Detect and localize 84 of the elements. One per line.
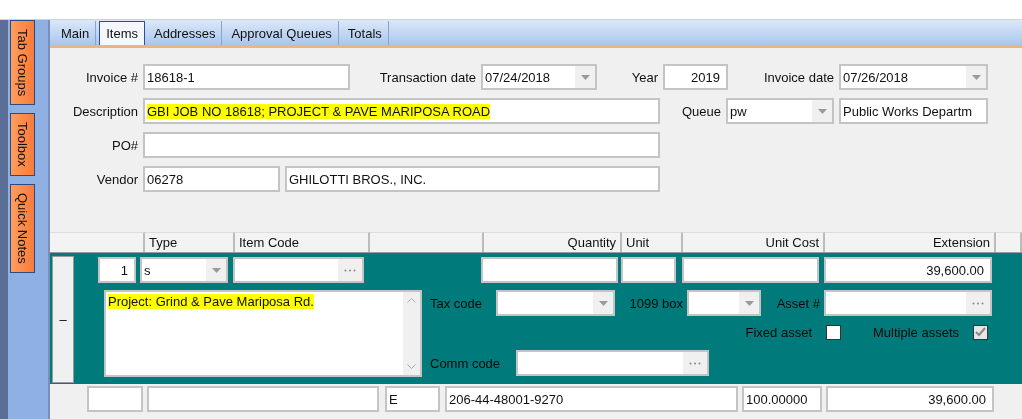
amount-field[interactable]: 39,600.00: [826, 386, 994, 412]
type-dropdown[interactable]: s: [140, 257, 228, 283]
dropdown-button[interactable]: [812, 100, 832, 122]
column-header[interactable]: [370, 232, 484, 252]
date-field[interactable]: 07/24/2018: [481, 64, 597, 90]
browse-button[interactable]: [683, 352, 707, 374]
collapse-button[interactable]: –: [52, 256, 74, 383]
side-tab[interactable]: Quick Notes: [10, 184, 35, 273]
field-label: Invoice #: [84, 69, 139, 85]
field-label: Year: [630, 69, 659, 85]
date-field[interactable]: 07/26/2018: [839, 64, 988, 90]
tax-code-dropdown[interactable]: [496, 290, 615, 316]
caret-icon: [744, 300, 754, 306]
code-field[interactable]: E: [385, 386, 440, 412]
ellipsis-icon: [689, 361, 701, 365]
queue-dropdown[interactable]: pw: [726, 98, 834, 124]
chevron-up-icon: [407, 298, 416, 303]
highlighted-text: GBI JOB NO 18618; PROJECT & PAVE MARIPOSA ROAD: [147, 103, 491, 119]
quantity-field[interactable]: [481, 257, 618, 283]
side-tab[interactable]: Tab Groups: [10, 20, 35, 106]
tab[interactable]: Main: [55, 21, 97, 45]
unit-field[interactable]: [621, 257, 676, 283]
ellipsis-icon: [344, 268, 356, 272]
description-field[interactable]: GBI JOB NO 18618; PROJECT & PAVE MARIPOSA ROAD: [143, 98, 660, 124]
asset-field[interactable]: [824, 290, 992, 316]
column-header[interactable]: Unit: [622, 232, 683, 252]
year-field[interactable]: 2019: [663, 64, 728, 90]
field-label: Comm code: [429, 355, 502, 371]
browse-button[interactable]: [966, 292, 990, 314]
column-header[interactable]: Unit Cost: [683, 232, 825, 252]
browse-button[interactable]: [338, 259, 362, 281]
vendor-code-field[interactable]: 06278: [143, 166, 280, 192]
highlighted-text: Project: Grind & Pave Mariposa Rd.: [108, 294, 314, 309]
checkbox-label: Fixed asset: [745, 324, 813, 340]
unit-cost-field[interactable]: [682, 257, 819, 283]
field-label: 1099 box: [628, 295, 684, 311]
vendor-name-field[interactable]: GHILOTTI BROS., INC.: [285, 166, 660, 192]
field-label: Transaction date: [378, 69, 477, 85]
caret-icon: [817, 108, 827, 114]
grid-field[interactable]: [87, 386, 143, 412]
tab[interactable]: Addresses: [148, 21, 223, 45]
caret-icon: [580, 74, 590, 80]
checkbox-label: Multiple assets: [873, 324, 960, 340]
field-label: Description: [71, 103, 139, 119]
account-field[interactable]: 206-44-48001-9270: [445, 386, 738, 412]
po-field[interactable]: [143, 132, 660, 158]
column-header[interactable]: Extension: [825, 232, 996, 252]
field-label: Invoice date: [762, 69, 835, 85]
tab[interactable]: Items: [99, 21, 145, 45]
extension-field[interactable]: 39,600.00: [824, 257, 992, 283]
column-header[interactable]: [996, 232, 1022, 252]
field-label: PO#: [111, 137, 139, 153]
box-dropdown[interactable]: [687, 290, 761, 316]
grid-field[interactable]: [147, 386, 379, 412]
dropdown-button[interactable]: [739, 292, 759, 314]
caret-icon: [598, 300, 608, 306]
line-number-field[interactable]: 1: [98, 257, 136, 283]
column-header[interactable]: Type: [145, 232, 235, 252]
note-field[interactable]: Project: Grind & Pave Mariposa Rd.: [104, 290, 422, 377]
invoice-number-field[interactable]: 18618-1: [143, 64, 350, 90]
field-label: Vendor: [95, 171, 139, 187]
caret-icon: [971, 74, 981, 80]
scrollbar[interactable]: [403, 292, 420, 375]
dropdown-button[interactable]: [575, 66, 595, 88]
dropdown-button[interactable]: [593, 292, 613, 314]
queue-name-field[interactable]: Public Works Departm: [839, 98, 988, 124]
dropdown-button[interactable]: [966, 66, 986, 88]
side-tab[interactable]: Toolbox: [10, 113, 35, 176]
ellipsis-icon: [972, 301, 984, 305]
field-label: Queue: [680, 103, 722, 119]
checkbox[interactable]: [826, 324, 841, 340]
column-header[interactable]: Quantity: [484, 232, 622, 252]
caret-icon: [211, 267, 221, 273]
comm-code-field[interactable]: [516, 350, 709, 376]
percent-field[interactable]: 100.00000: [742, 386, 822, 412]
tab[interactable]: Totals: [341, 21, 389, 45]
field-label: Tax code: [429, 295, 484, 311]
tab[interactable]: Approval Queues: [225, 21, 339, 45]
column-header[interactable]: [50, 232, 145, 252]
item-code-field[interactable]: [233, 257, 364, 283]
field-label: Asset #: [775, 295, 821, 311]
chevron-down-icon: [407, 364, 416, 369]
column-header[interactable]: Item Code: [235, 232, 370, 252]
dropdown-button[interactable]: [206, 259, 226, 281]
